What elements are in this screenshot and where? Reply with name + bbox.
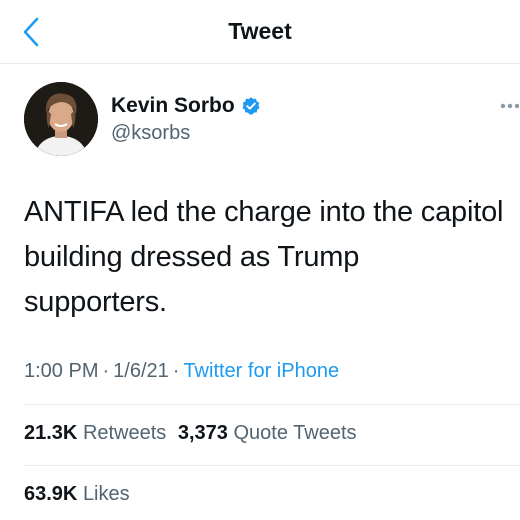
verified-badge-icon <box>242 97 260 115</box>
divider <box>24 404 520 405</box>
quote-tweets-stat[interactable]: 3,373 Quote Tweets <box>178 422 357 444</box>
top-bar: Tweet <box>0 0 520 64</box>
author-name-row[interactable]: Kevin Sorbo <box>111 94 261 118</box>
display-name[interactable]: Kevin Sorbo <box>111 94 235 118</box>
page-title: Tweet <box>228 18 292 44</box>
divider <box>24 465 520 466</box>
retweets-label: Retweets <box>82 422 167 444</box>
likes-count: 63.9K <box>24 483 78 505</box>
quote-tweets-count: 3,373 <box>177 422 228 444</box>
tweet-source-link[interactable]: Twitter for iPhone <box>183 360 339 382</box>
likes-label: Likes <box>82 483 130 505</box>
avatar-image <box>24 82 98 156</box>
more-horizontal-icon[interactable] <box>499 96 520 116</box>
meta-separator: · <box>102 360 110 382</box>
tweet-metadata: 1:00 PM · 1/6/21 · Twitter for iPhone <box>24 360 339 383</box>
avatar[interactable] <box>24 82 98 156</box>
tweet-text: ANTIFA led the charge into the capitol b… <box>24 196 504 318</box>
retweets-count: 21.3K <box>24 422 78 444</box>
quote-tweets-label: Quote Tweets <box>233 422 357 444</box>
engagement-stats-row: 21.3K Retweets 3,373 Quote Tweets <box>24 422 363 445</box>
meta-separator: · <box>172 360 180 382</box>
user-handle[interactable]: @ksorbs <box>111 122 190 145</box>
likes-stat[interactable]: 63.9K Likes <box>24 483 130 505</box>
tweet-time: 1:00 PM <box>24 360 99 382</box>
tweet-date: 1/6/21 <box>113 360 169 382</box>
likes-stats-row: 63.9K Likes <box>24 483 136 506</box>
retweets-stat[interactable]: 21.3K Retweets <box>24 422 166 444</box>
